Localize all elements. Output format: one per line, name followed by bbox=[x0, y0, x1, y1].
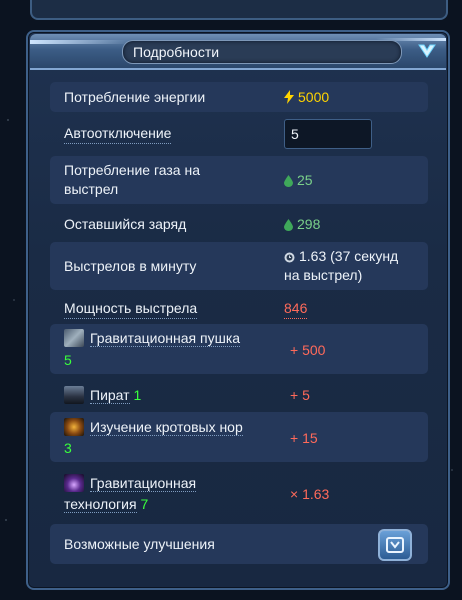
pirate-name[interactable]: Пират bbox=[90, 387, 130, 404]
row-auto-off: Автоотключение bbox=[50, 116, 428, 150]
gravity-tech-name-line1[interactable]: Гравитационная bbox=[90, 475, 197, 492]
shots-per-minute-value-line2: на выстрел) bbox=[284, 267, 363, 283]
pirate-portrait-icon bbox=[64, 386, 84, 404]
gas-consumption-label-line1: Потребление газа на bbox=[64, 162, 200, 178]
energy-consumption-value: 5000 bbox=[284, 88, 329, 107]
gas-consumption-value: 25 bbox=[284, 171, 313, 190]
details-panel: Подробности Потребление энергии 5000 Авт… bbox=[26, 30, 450, 590]
lightning-icon bbox=[284, 90, 294, 104]
gravity-cannon-icon bbox=[64, 329, 84, 347]
panel-title-pill: Подробности bbox=[122, 40, 402, 64]
auto-off-input[interactable] bbox=[285, 120, 371, 148]
shot-power-value: 846 bbox=[284, 299, 308, 319]
gravity-tech-icon bbox=[64, 474, 84, 492]
row-gas-consumption: Потребление газа на выстрел 25 bbox=[50, 156, 428, 204]
energy-consumption-label: Потребление энергии bbox=[64, 89, 206, 105]
wormhole-research-name[interactable]: Изучение кротовых нор bbox=[90, 419, 243, 436]
previous-panel-frame bbox=[30, 0, 448, 20]
gas-drop-icon bbox=[284, 219, 293, 231]
rate-value-text: 1.63 (37 секунд bbox=[299, 248, 399, 264]
gas-drop-icon bbox=[284, 175, 293, 187]
pirate-bonus: + 5 bbox=[290, 387, 310, 403]
gravity-tech-level: 7 bbox=[140, 496, 149, 512]
shots-per-minute-value-line1: 1.63 (37 секунд bbox=[284, 247, 398, 266]
pirate-level: 1 bbox=[133, 387, 142, 403]
gravity-cannon-level: 5 bbox=[64, 352, 72, 368]
gravity-cannon-name[interactable]: Гравитационная пушка bbox=[90, 330, 241, 347]
row-pirate: Пират 1 + 5 bbox=[50, 380, 428, 410]
panel-header: Подробности bbox=[30, 34, 446, 70]
energy-value-text: 5000 bbox=[298, 89, 330, 105]
gas-consumption-label-line2: выстрел bbox=[64, 181, 119, 197]
shots-per-minute-label: Выстрелов в минуту bbox=[64, 258, 197, 274]
shot-power-label: Мощность выстрела bbox=[64, 299, 198, 319]
gravity-tech-label-line2: технология 7 bbox=[64, 495, 148, 514]
clock-icon bbox=[284, 252, 295, 263]
row-shot-power: Мощность выстрела 846 bbox=[50, 294, 428, 322]
remaining-charge-label: Оставшийся заряд bbox=[64, 216, 187, 232]
row-possible-upgrades: Возможные улучшения bbox=[50, 524, 428, 564]
wormhole-research-bonus: + 15 bbox=[290, 430, 318, 446]
gravity-tech-bonus: × 1.63 bbox=[290, 486, 330, 502]
row-energy-consumption: Потребление энергии 5000 bbox=[50, 82, 428, 112]
wormhole-research-icon bbox=[64, 418, 84, 436]
charge-value-text: 298 bbox=[297, 216, 321, 232]
gravity-cannon-bonus: + 500 bbox=[290, 342, 326, 358]
gravity-tech-label-line1: Гравитационная bbox=[64, 474, 197, 493]
header-glint bbox=[30, 40, 130, 44]
row-wormhole-research: Изучение кротовых нор 3 + 15 bbox=[50, 412, 428, 462]
pirate-label: Пират 1 bbox=[64, 386, 141, 405]
row-shots-per-minute: Выстрелов в минуту 1.63 (37 секунд на вы… bbox=[50, 242, 428, 290]
gas-value-text: 25 bbox=[297, 172, 313, 188]
collapse-toggle-button[interactable] bbox=[414, 39, 440, 63]
wormhole-research-label: Изучение кротовых нор bbox=[64, 418, 243, 437]
chevron-down-icon bbox=[418, 44, 436, 58]
panel-title: Подробности bbox=[133, 44, 220, 60]
row-gravity-cannon: Гравитационная пушка 5 + 500 bbox=[50, 324, 428, 374]
wormhole-research-level: 3 bbox=[64, 440, 72, 456]
row-remaining-charge: Оставшийся заряд 298 bbox=[50, 210, 428, 238]
auto-off-field-box bbox=[284, 119, 372, 149]
row-gravity-technology: Гравитационная технология 7 × 1.63 bbox=[50, 468, 428, 520]
remaining-charge-value: 298 bbox=[284, 215, 320, 234]
auto-off-label: Автоотключение bbox=[64, 124, 172, 144]
upgrade-icon bbox=[386, 537, 404, 553]
gravity-cannon-label: Гравитационная пушка bbox=[64, 329, 241, 348]
upgrades-button[interactable] bbox=[378, 529, 412, 561]
gravity-tech-name-line2[interactable]: технология bbox=[64, 496, 137, 513]
possible-upgrades-label: Возможные улучшения bbox=[64, 536, 215, 552]
